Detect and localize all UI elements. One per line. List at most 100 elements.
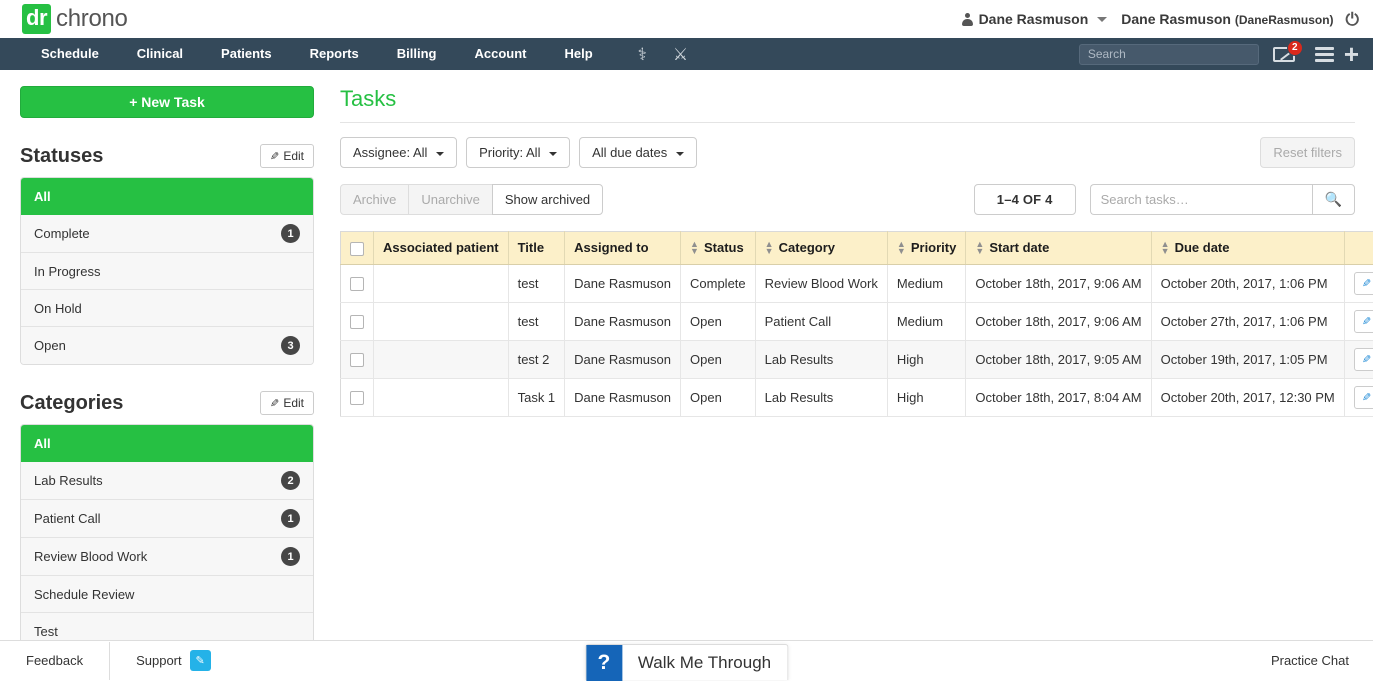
status-count-badge: 3	[281, 336, 300, 355]
cell-category: Patient Call	[755, 302, 887, 340]
reset-filters-button[interactable]: Reset filters	[1260, 137, 1355, 168]
practice-chat-link[interactable]: Practice Chat	[1271, 653, 1355, 668]
table-row[interactable]: Task 1 Dane Rasmuson Open Lab Results Hi…	[341, 378, 1373, 416]
nav-item-help[interactable]: Help	[545, 38, 611, 70]
row-actions-cell: ✎	[1344, 302, 1373, 340]
categories-title: Categories	[20, 392, 123, 415]
th-start-date[interactable]: ▲▼Start date	[966, 232, 1151, 265]
row-checkbox[interactable]	[350, 391, 364, 405]
th-due-date[interactable]: ▲▼Due date	[1151, 232, 1344, 265]
table-row[interactable]: test Dane Rasmuson Complete Review Blood…	[341, 264, 1373, 302]
walk-me-through-label: Walk Me Through	[622, 653, 787, 673]
cell-title: test	[508, 264, 565, 302]
new-task-button[interactable]: + New Task	[20, 86, 314, 118]
table-row[interactable]: test Dane Rasmuson Open Patient Call Med…	[341, 302, 1373, 340]
sidebar-status-on-hold[interactable]: On Hold	[21, 290, 313, 327]
cell-due-date: October 20th, 2017, 12:30 PM	[1151, 378, 1344, 416]
edit-categories-label: Edit	[283, 396, 304, 410]
assignee-filter-dropdown[interactable]: Assignee: All	[340, 137, 457, 168]
th-status[interactable]: ▲▼Status	[681, 232, 756, 265]
sidebar-category-all[interactable]: All	[21, 425, 313, 462]
sidebar-status-in-progress[interactable]: In Progress	[21, 253, 313, 290]
search-icon: 🔍	[1325, 191, 1342, 207]
footer-bar: Feedback Support ✎ ? Walk Me Through Pra…	[0, 640, 1373, 680]
select-all-checkbox[interactable]	[350, 242, 364, 256]
caduceus-icon[interactable]: ⚕	[638, 46, 647, 63]
unarchive-button[interactable]: Unarchive	[408, 184, 493, 215]
drchrono-logo[interactable]: dr chrono	[22, 4, 128, 34]
feedback-link[interactable]: Feedback	[0, 641, 109, 680]
category-count-badge: 1	[281, 547, 300, 566]
sidebar-category-patient-call[interactable]: Patient Call 1	[21, 500, 313, 538]
sidebar-status-complete[interactable]: Complete 1	[21, 215, 313, 253]
table-row[interactable]: test 2 Dane Rasmuson Open Lab Results Hi…	[341, 340, 1373, 378]
cell-status: Complete	[681, 264, 756, 302]
row-select-cell	[341, 340, 374, 378]
power-logout-icon[interactable]: ⏻	[1346, 11, 1359, 28]
sidebar-category-review-blood-work[interactable]: Review Blood Work 1	[21, 538, 313, 576]
priority-filter-dropdown[interactable]: Priority: All	[466, 137, 570, 168]
title-divider	[340, 122, 1355, 123]
sidebar-status-all[interactable]: All	[21, 178, 313, 215]
show-archived-button[interactable]: Show archived	[492, 184, 603, 215]
sort-icon: ▲▼	[765, 241, 774, 255]
due-dates-filter-dropdown[interactable]: All due dates	[579, 137, 697, 168]
pencil-icon: ✎	[270, 150, 279, 163]
nav-items: Schedule Clinical Patients Reports Billi…	[22, 38, 612, 70]
edit-task-button[interactable]: ✎	[1354, 386, 1373, 409]
hamburger-menu-icon[interactable]	[1315, 44, 1334, 65]
sidebar-category-schedule-review[interactable]: Schedule Review	[21, 576, 313, 613]
th-category-label: Category	[779, 240, 835, 255]
th-assigned-to[interactable]: Assigned to	[565, 232, 681, 265]
status-label: In Progress	[34, 264, 100, 279]
pencil-icon: ✎	[1362, 314, 1371, 330]
chevron-down-icon	[436, 152, 444, 156]
messages-button[interactable]: 2	[1273, 47, 1301, 62]
nav-item-account[interactable]: Account	[455, 38, 545, 70]
cell-priority: High	[887, 378, 966, 416]
cell-title: Task 1	[508, 378, 565, 416]
user-menu-dropdown[interactable]: Dane Rasmuson	[962, 11, 1122, 27]
nav-item-billing[interactable]: Billing	[378, 38, 456, 70]
support-edit-icon[interactable]: ✎	[190, 650, 211, 671]
th-associated-patient[interactable]: Associated patient	[374, 232, 509, 265]
nav-item-patients[interactable]: Patients	[202, 38, 291, 70]
table-header-row: Associated patient Title Assigned to ▲▼S…	[341, 232, 1373, 265]
edit-statuses-button[interactable]: ✎ Edit	[260, 144, 314, 168]
cell-start-date: October 18th, 2017, 9:05 AM	[966, 340, 1151, 378]
th-actions	[1344, 232, 1373, 265]
edit-task-button[interactable]: ✎	[1354, 348, 1373, 371]
status-label: On Hold	[34, 301, 82, 316]
category-label: Test	[34, 624, 58, 639]
logged-in-user-handle: (DaneRasmuson)	[1235, 13, 1334, 27]
search-tasks-input[interactable]	[1090, 184, 1312, 215]
cell-due-date: October 20th, 2017, 1:06 PM	[1151, 264, 1344, 302]
row-checkbox[interactable]	[350, 277, 364, 291]
cell-associated-patient	[374, 378, 509, 416]
row-checkbox[interactable]	[350, 353, 364, 367]
row-checkbox[interactable]	[350, 315, 364, 329]
archive-button[interactable]: Archive	[340, 184, 409, 215]
th-title[interactable]: Title	[508, 232, 565, 265]
support-link[interactable]: Support ✎	[110, 641, 237, 680]
cell-associated-patient	[374, 340, 509, 378]
crossed-tools-icon[interactable]: ⚔	[673, 46, 688, 63]
edit-task-button[interactable]: ✎	[1354, 310, 1373, 333]
nav-item-reports[interactable]: Reports	[291, 38, 378, 70]
th-category[interactable]: ▲▼ Category	[755, 232, 887, 265]
th-priority[interactable]: ▲▼Priority	[887, 232, 966, 265]
nav-item-clinical[interactable]: Clinical	[118, 38, 202, 70]
edit-task-button[interactable]: ✎	[1354, 272, 1373, 295]
global-search-input[interactable]	[1079, 44, 1259, 65]
search-submit-button[interactable]: 🔍	[1312, 184, 1355, 215]
walk-me-through-widget[interactable]: ? Walk Me Through	[585, 644, 788, 680]
add-new-icon[interactable]: +	[1344, 44, 1359, 64]
cell-category: Lab Results	[755, 340, 887, 378]
sidebar-status-open[interactable]: Open 3	[21, 327, 313, 364]
sidebar-category-lab-results[interactable]: Lab Results 2	[21, 462, 313, 500]
nav-right-tools: 2 +	[1079, 44, 1359, 65]
edit-categories-button[interactable]: ✎ Edit	[260, 391, 314, 415]
user-menu-label: Dane Rasmuson	[979, 11, 1089, 27]
cell-status: Open	[681, 378, 756, 416]
nav-item-schedule[interactable]: Schedule	[22, 38, 118, 70]
